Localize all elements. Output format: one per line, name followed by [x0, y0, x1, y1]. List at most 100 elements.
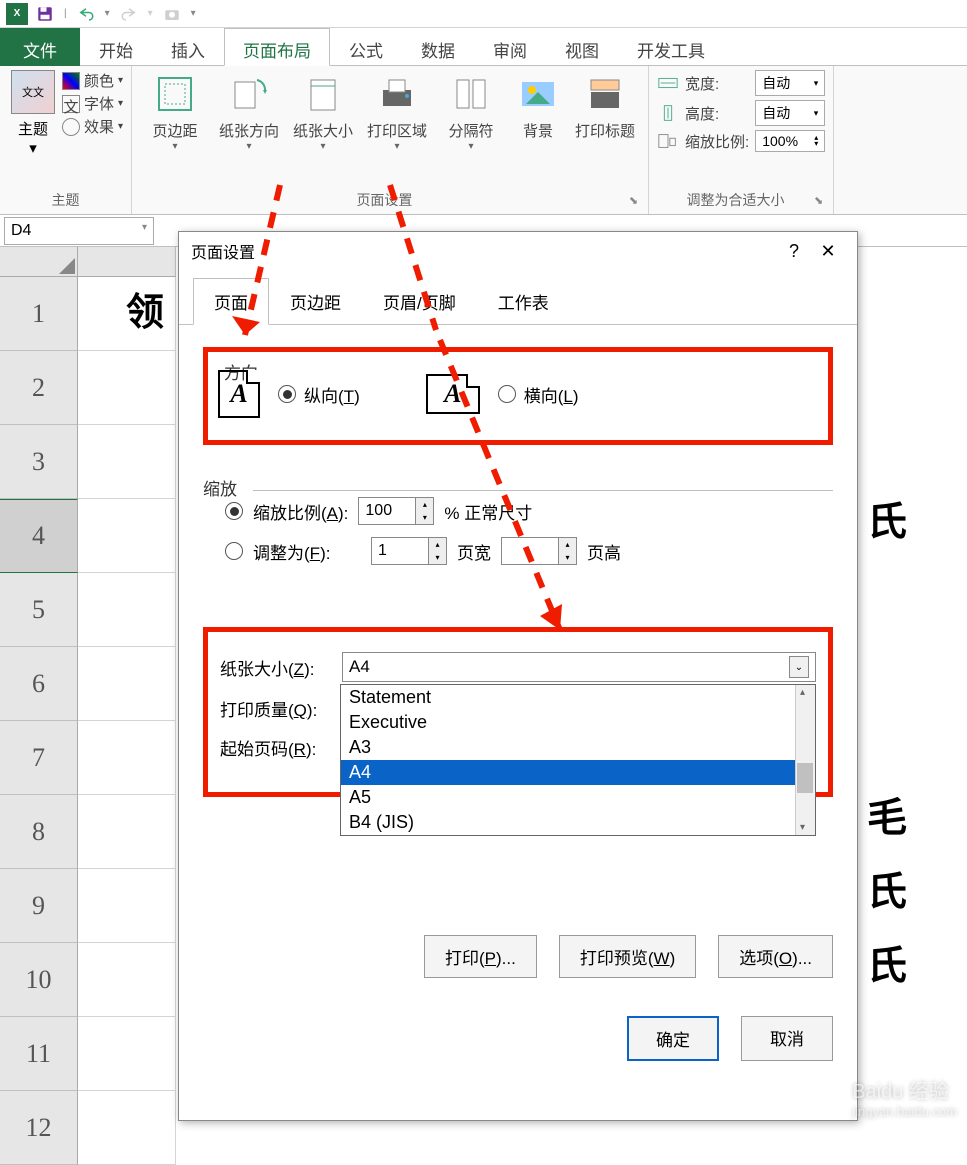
tab-data[interactable]: 数据 — [402, 28, 474, 66]
fonts-button[interactable]: 文字体 ▾ — [62, 93, 123, 114]
adjust-radio[interactable] — [225, 502, 243, 520]
tab-review[interactable]: 审阅 — [474, 28, 546, 66]
cell[interactable] — [78, 721, 176, 795]
print-button[interactable]: 打印(P)... — [424, 935, 537, 978]
options-button[interactable]: 选项(O)... — [718, 935, 833, 978]
redo-icon[interactable] — [120, 5, 138, 23]
dialog-titlebar[interactable]: 页面设置 ? ✕ — [179, 232, 857, 270]
dialog-tab-margins[interactable]: 页边距 — [269, 278, 362, 324]
cell[interactable] — [78, 647, 176, 721]
cell[interactable] — [78, 1017, 176, 1091]
row-header[interactable]: 8 — [0, 795, 78, 869]
colors-icon — [62, 72, 80, 90]
row-header[interactable]: 5 — [0, 573, 78, 647]
option-statement[interactable]: Statement — [341, 685, 815, 710]
scale-spinner[interactable]: 100%▴▾ — [755, 130, 825, 152]
printarea-button[interactable]: 打印区域▾ — [362, 70, 432, 152]
orientation-button[interactable]: 纸张方向▾ — [214, 70, 284, 152]
camera-icon[interactable] — [163, 5, 181, 23]
row-header[interactable]: 10 — [0, 943, 78, 1017]
qat-customize-icon[interactable]: ▾ — [191, 8, 196, 19]
row-header[interactable]: 2 — [0, 351, 78, 425]
row-header[interactable]: 1 — [0, 277, 78, 351]
spinner-up-icon[interactable]: ▴ — [429, 538, 446, 551]
tab-file[interactable]: 文件 — [0, 28, 80, 66]
radio-unchecked-icon — [498, 385, 516, 403]
dropdown-scrollbar[interactable] — [795, 685, 815, 835]
dialog-tab-page[interactable]: 页面 — [193, 278, 269, 325]
fit-wide-spinner[interactable]: ▴▾ — [371, 537, 447, 565]
cell[interactable]: 领 — [78, 277, 176, 351]
fit-tall-input[interactable] — [502, 538, 558, 564]
col-header[interactable] — [78, 247, 176, 277]
cell[interactable] — [78, 573, 176, 647]
height-combo[interactable]: 自动▾ — [755, 100, 825, 126]
effects-button[interactable]: 效果 ▾ — [62, 116, 123, 137]
spinner-down-icon[interactable]: ▾ — [559, 551, 576, 564]
option-b4[interactable]: B4 (JIS) — [341, 810, 815, 835]
row-header[interactable]: 9 — [0, 869, 78, 943]
ok-button[interactable]: 确定 — [627, 1016, 719, 1061]
cell[interactable] — [78, 943, 176, 1017]
spinner-up-icon[interactable]: ▴ — [416, 498, 433, 511]
papersize-dropdown[interactable]: Statement Executive A3 A4 A5 B4 (JIS) — [340, 684, 816, 836]
background-button[interactable]: 背景 — [510, 70, 566, 141]
spinner-up-icon[interactable]: ▴ — [559, 538, 576, 551]
cancel-button[interactable]: 取消 — [741, 1016, 833, 1061]
tab-formulas[interactable]: 公式 — [330, 28, 402, 66]
undo-icon[interactable] — [77, 5, 95, 23]
landscape-radio[interactable]: 横向(L) — [498, 382, 579, 407]
cell[interactable] — [78, 795, 176, 869]
select-all-corner[interactable] — [0, 247, 78, 277]
spinner-down-icon[interactable]: ▾ — [416, 511, 433, 524]
cell[interactable] — [78, 425, 176, 499]
breaks-button[interactable]: 分隔符▾ — [436, 70, 506, 152]
help-button[interactable]: ? — [777, 241, 811, 262]
pagesetup-launcher-icon[interactable]: ⬊ — [629, 194, 640, 207]
row-header[interactable]: 7 — [0, 721, 78, 795]
tab-developer[interactable]: 开发工具 — [618, 28, 724, 66]
name-box[interactable]: D4▾ — [4, 217, 154, 245]
size-button[interactable]: 纸张大小▾ — [288, 70, 358, 152]
option-a5[interactable]: A5 — [341, 785, 815, 810]
row-header[interactable]: 11 — [0, 1017, 78, 1091]
printtitles-button[interactable]: 打印标题 — [570, 70, 640, 141]
papersize-combo[interactable]: A4 ⌄ — [342, 652, 816, 682]
width-combo[interactable]: 自动▾ — [755, 70, 825, 96]
cell[interactable] — [78, 1091, 176, 1165]
portrait-radio[interactable]: 纵向(T) — [278, 382, 360, 407]
scrollbar-thumb[interactable] — [797, 763, 813, 793]
dialog-tab-sheet[interactable]: 工作表 — [477, 278, 570, 324]
adjust-spinner[interactable]: ▴▾ — [358, 497, 434, 525]
dialog-tab-headerfooter[interactable]: 页眉/页脚 — [362, 278, 477, 324]
row-header[interactable]: 6 — [0, 647, 78, 721]
tab-view[interactable]: 视图 — [546, 28, 618, 66]
option-a3[interactable]: A3 — [341, 735, 815, 760]
fit-radio[interactable] — [225, 542, 243, 560]
cell[interactable] — [78, 351, 176, 425]
scale-launcher-icon[interactable]: ⬊ — [814, 194, 825, 207]
fit-tall-spinner[interactable]: ▴▾ — [501, 537, 577, 565]
fit-wide-input[interactable] — [372, 538, 428, 564]
preview-button[interactable]: 打印预览(W) — [559, 935, 696, 978]
combo-caret-icon[interactable]: ⌄ — [789, 656, 809, 678]
tab-home[interactable]: 开始 — [80, 28, 152, 66]
cell[interactable] — [78, 869, 176, 943]
spinner-down-icon[interactable]: ▾ — [429, 551, 446, 564]
cell[interactable] — [78, 499, 176, 573]
adjust-input[interactable] — [359, 498, 415, 524]
save-icon[interactable] — [36, 5, 54, 23]
close-button[interactable]: ✕ — [811, 241, 845, 262]
tab-page-layout[interactable]: 页面布局 — [224, 28, 330, 66]
option-executive[interactable]: Executive — [341, 710, 815, 735]
option-a4[interactable]: A4 — [341, 760, 815, 785]
margins-button[interactable]: 页边距▾ — [140, 70, 210, 152]
row-header[interactable]: 12 — [0, 1091, 78, 1165]
themes-button[interactable]: 文文 主题 ▾ — [8, 70, 58, 157]
dropdown-caret-icon[interactable]: ▾ — [148, 8, 153, 19]
tab-insert[interactable]: 插入 — [152, 28, 224, 66]
dropdown-caret-icon[interactable]: ▾ — [105, 8, 110, 19]
row-header[interactable]: 4 — [0, 499, 78, 573]
colors-button[interactable]: 颜色 ▾ — [62, 70, 123, 91]
row-header[interactable]: 3 — [0, 425, 78, 499]
